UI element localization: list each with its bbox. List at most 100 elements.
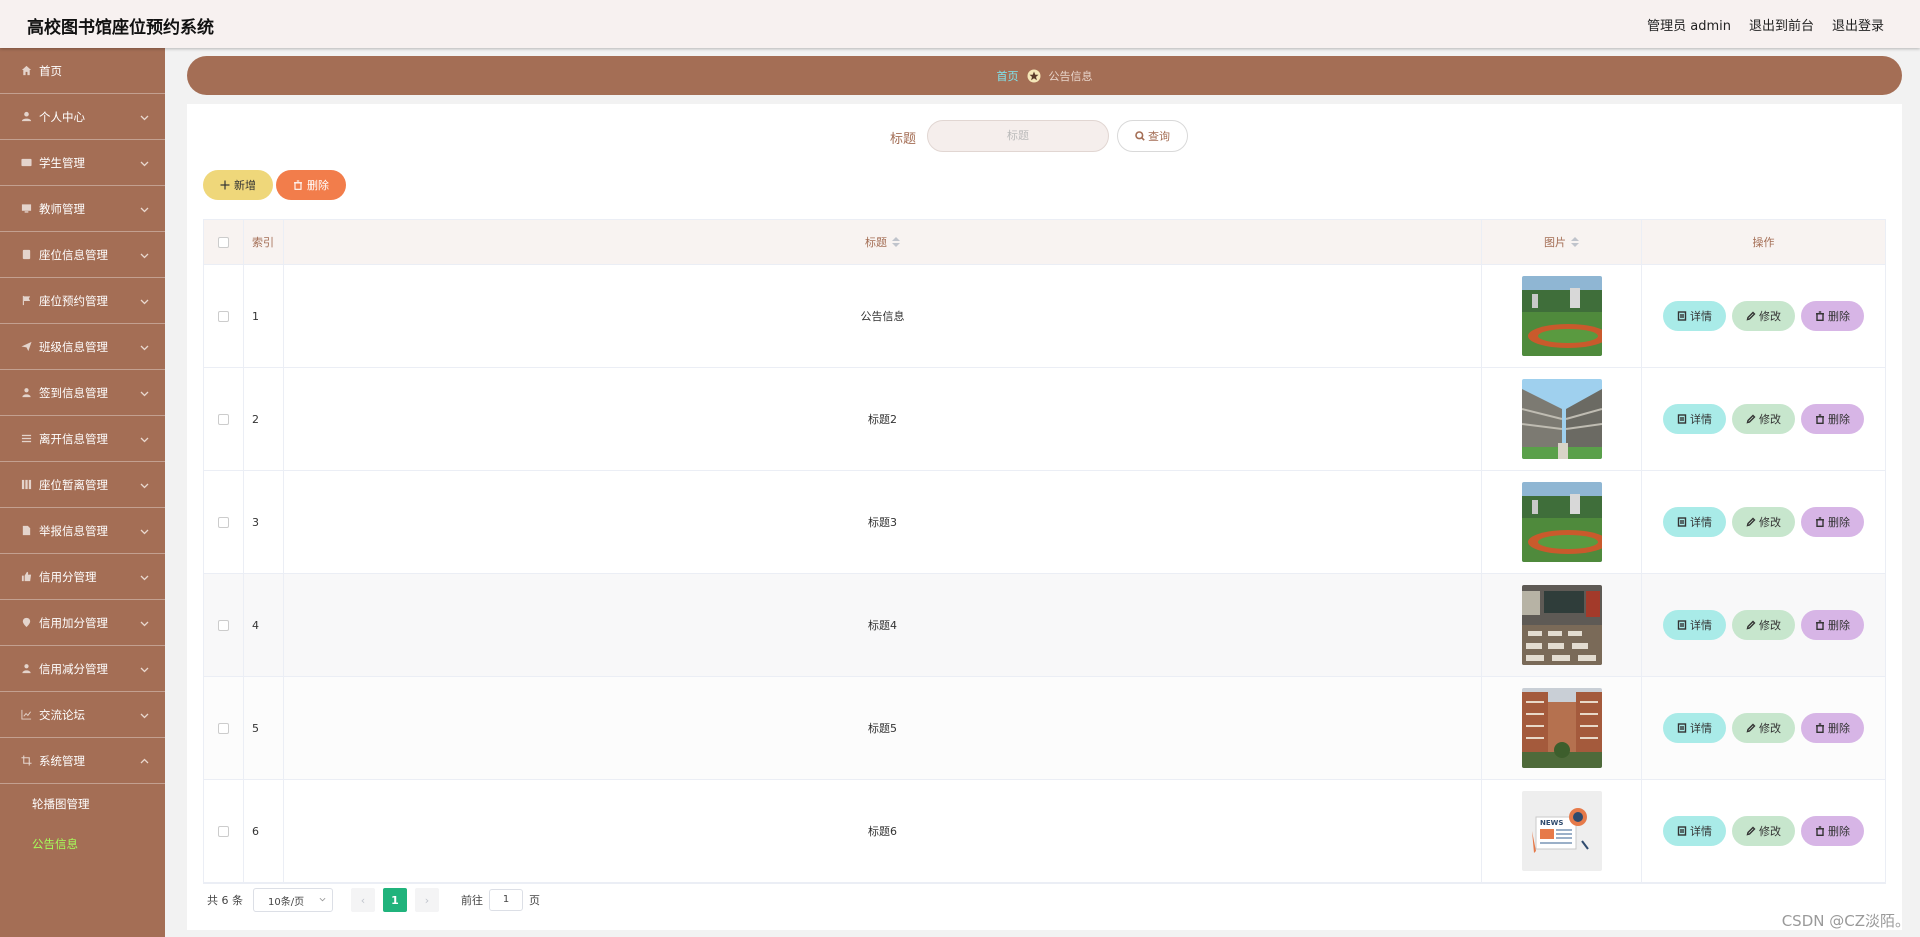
sort-icon[interactable] (892, 237, 900, 247)
detail-button[interactable]: 详情 (1663, 816, 1726, 846)
sidebar-item-7[interactable]: 签到信息管理 (0, 370, 165, 416)
sidebar-subitem-0[interactable]: 轮播图管理 (0, 784, 165, 824)
row-title: 标题6 (284, 780, 1482, 882)
table-header: 索引 标题 图片 操作 (204, 220, 1885, 265)
header-title-label: 标题 (865, 236, 887, 249)
breadcrumb-home-link[interactable]: 首页 (997, 68, 1019, 84)
title-search-input[interactable]: 标题 (927, 120, 1109, 152)
delete-label: 删除 (1828, 310, 1850, 323)
sidebar-item-14[interactable]: 交流论坛 (0, 692, 165, 738)
detail-button[interactable]: 详情 (1663, 404, 1726, 434)
document-icon (20, 248, 33, 261)
notice-image[interactable] (1521, 688, 1602, 768)
sidebar-item-2[interactable]: 学生管理 (0, 140, 165, 186)
sidebar-item-0[interactable]: 首页 (0, 48, 165, 94)
logout-link[interactable]: 退出登录 (1832, 15, 1884, 34)
chevron-down-icon (140, 709, 149, 719)
detail-button[interactable]: 详情 (1663, 713, 1726, 743)
delete-button[interactable]: 删除 (1801, 610, 1864, 640)
detail-label: 详情 (1690, 722, 1712, 735)
search-button[interactable]: 查询 (1117, 120, 1188, 152)
row-checkbox[interactable] (218, 619, 229, 631)
app-title: 高校图书馆座位预约系统 (27, 18, 214, 38)
back-to-front-link[interactable]: 退出到前台 (1749, 15, 1814, 34)
sidebar-item-label: 班级信息管理 (39, 339, 108, 354)
document-icon (1677, 723, 1687, 733)
svg-text:NEWS: NEWS (1540, 819, 1563, 827)
row-checkbox[interactable] (218, 516, 229, 528)
send-icon (20, 340, 33, 353)
chevron-down-icon (140, 295, 149, 305)
edit-button[interactable]: 修改 (1732, 507, 1795, 537)
edit-button[interactable]: 修改 (1732, 301, 1795, 331)
document-icon (1677, 620, 1687, 630)
row-checkbox[interactable] (218, 722, 229, 734)
chevron-down-icon (140, 341, 149, 351)
sort-icon[interactable] (1571, 237, 1579, 247)
sidebar-item-5[interactable]: 座位预约管理 (0, 278, 165, 324)
detail-button[interactable]: 详情 (1663, 301, 1726, 331)
edit-button[interactable]: 修改 (1732, 713, 1795, 743)
edit-label: 修改 (1759, 310, 1781, 323)
prev-page-button[interactable]: ‹ (351, 888, 375, 912)
table-row: 5 标题5 详情 修改 删除 (204, 677, 1885, 780)
delete-label: 删除 (1828, 413, 1850, 426)
delete-button[interactable]: 删除 (1801, 816, 1864, 846)
watermark: CSDN @CZ淡陌。 (1781, 912, 1910, 930)
row-title: 公告信息 (284, 265, 1482, 367)
sidebar-item-4[interactable]: 座位信息管理 (0, 232, 165, 278)
row-checkbox[interactable] (218, 825, 229, 837)
sidebar-item-12[interactable]: 信用加分管理 (0, 600, 165, 646)
header-title[interactable]: 标题 (284, 220, 1482, 264)
row-checkbox[interactable] (218, 413, 229, 425)
notice-image[interactable] (1521, 276, 1602, 356)
batch-delete-button[interactable]: 删除 (276, 170, 346, 200)
row-checkbox[interactable] (218, 310, 229, 322)
chart-icon (20, 708, 33, 721)
user-icon (20, 110, 33, 123)
delete-button[interactable]: 删除 (1801, 507, 1864, 537)
sidebar-item-9[interactable]: 座位暂离管理 (0, 462, 165, 508)
notice-image[interactable] (1521, 379, 1602, 459)
chevron-down-icon (140, 249, 149, 259)
trash-icon (1816, 723, 1824, 733)
row-image-cell (1482, 574, 1642, 676)
delete-button[interactable]: 删除 (1801, 713, 1864, 743)
sidebar-item-15[interactable]: 系统管理 (0, 738, 165, 784)
sidebar-item-10[interactable]: 举报信息管理 (0, 508, 165, 554)
detail-label: 详情 (1690, 413, 1712, 426)
notice-image[interactable] (1521, 482, 1602, 562)
pencil-icon (1746, 517, 1756, 527)
detail-button[interactable]: 详情 (1663, 610, 1726, 640)
edit-button[interactable]: 修改 (1732, 404, 1795, 434)
page-size-select[interactable]: 10条/页 (253, 888, 333, 912)
sidebar-item-1[interactable]: 个人中心 (0, 94, 165, 140)
sidebar-item-6[interactable]: 班级信息管理 (0, 324, 165, 370)
row-check-cell (204, 780, 244, 882)
delete-button[interactable]: 删除 (1801, 404, 1864, 434)
sidebar-item-13[interactable]: 信用减分管理 (0, 646, 165, 692)
page-number-button[interactable]: 1 (383, 888, 407, 912)
admin-user-label[interactable]: 管理员 admin (1647, 15, 1731, 34)
next-page-button[interactable]: › (415, 888, 439, 912)
sidebar-item-8[interactable]: 离开信息管理 (0, 416, 165, 462)
sidebar-item-11[interactable]: 信用分管理 (0, 554, 165, 600)
notice-image[interactable] (1521, 585, 1602, 665)
select-all-checkbox[interactable] (218, 236, 229, 248)
sidebar-subitem-1[interactable]: 公告信息 (0, 824, 165, 864)
menu-icon (20, 432, 33, 445)
sidebar-item-3[interactable]: 教师管理 (0, 186, 165, 232)
location-icon (20, 616, 33, 629)
delete-button[interactable]: 删除 (1801, 301, 1864, 331)
notice-image[interactable]: NEWS (1521, 791, 1602, 871)
add-button[interactable]: 新增 (203, 170, 273, 200)
row-actions: 详情 修改 删除 (1642, 471, 1885, 573)
edit-button[interactable]: 修改 (1732, 816, 1795, 846)
header-image-label: 图片 (1544, 236, 1566, 249)
header-image[interactable]: 图片 (1482, 220, 1642, 264)
goto-page-input[interactable]: 1 (489, 889, 523, 911)
sidebar-item-label: 学生管理 (39, 155, 85, 170)
detail-button[interactable]: 详情 (1663, 507, 1726, 537)
goto-prefix: 前往 (461, 894, 483, 907)
edit-button[interactable]: 修改 (1732, 610, 1795, 640)
